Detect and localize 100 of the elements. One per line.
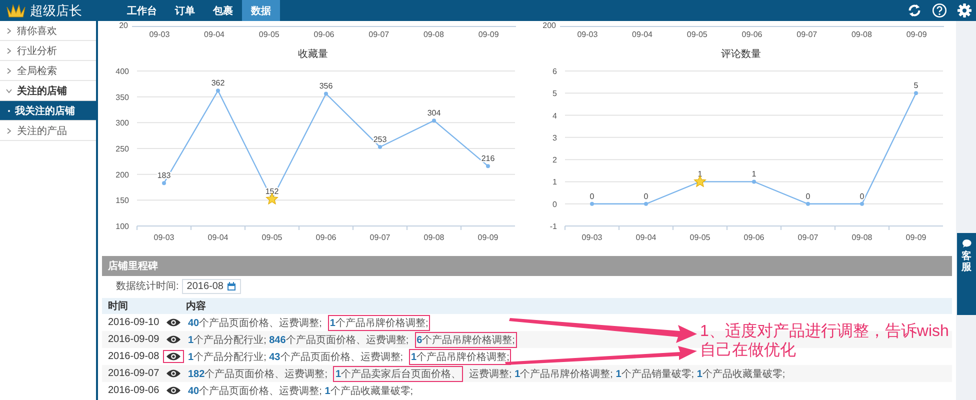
axis-label: 09-08 xyxy=(850,29,873,39)
data-label: 0 xyxy=(644,192,648,201)
calendar-icon[interactable] xyxy=(227,282,236,290)
nav-tab[interactable]: 数据 xyxy=(242,0,280,21)
date-text: 2016-09-06 xyxy=(108,385,160,396)
date-text: 2016-09-09 xyxy=(108,334,160,345)
axis-label: 09-04 xyxy=(203,29,226,39)
sidebar-label: 猜你喜欢 xyxy=(17,24,57,38)
sidebar-item[interactable]: 关注的产品 xyxy=(0,121,96,141)
axis-label: 4 xyxy=(552,111,557,120)
sidebar-item[interactable]: 全局检索 xyxy=(0,61,96,81)
axis-label: 09-08 xyxy=(852,233,872,242)
crown-icon xyxy=(6,3,26,18)
date-field[interactable]: 2016-08 xyxy=(182,278,242,294)
annotation-text: 1、适度对产品进行调整，告诉wish自己在做优化 xyxy=(700,322,950,360)
sidebar-label: 全局检索 xyxy=(17,64,57,78)
axis-label: 5 xyxy=(552,89,557,98)
data-label: 5 xyxy=(914,81,918,90)
data-label: 253 xyxy=(373,134,387,144)
date-text: 2016-09-08 xyxy=(108,351,160,362)
axis-label: 09-06 xyxy=(744,233,764,242)
eye-icon[interactable] xyxy=(163,350,184,363)
axis-label: 09-03 xyxy=(148,29,171,39)
axis-label: 09-07 xyxy=(368,29,390,39)
axis-label: -1 xyxy=(550,222,557,231)
sidebar-label: 关注的店铺 xyxy=(17,84,67,98)
axis-label: 09-03 xyxy=(582,233,602,242)
axis-label: 350 xyxy=(116,92,129,102)
axis-label: 09-05 xyxy=(258,29,280,39)
sidebar-item[interactable]: 行业分析 xyxy=(0,41,96,61)
chat-icon xyxy=(962,239,972,248)
axis-label: 200 xyxy=(542,21,557,31)
data-label: 356 xyxy=(319,82,333,91)
axis-label: 150 xyxy=(116,196,129,206)
sidebar-item[interactable]: 我关注的店铺 xyxy=(0,101,96,121)
axis-label: 09-07 xyxy=(796,29,818,39)
data-label: 1 xyxy=(752,170,756,179)
axis-label: 09-07 xyxy=(798,233,818,242)
axis-label: 09-04 xyxy=(208,233,228,242)
axis-label: 09-06 xyxy=(312,29,336,39)
content-text: 40个产品页面价格、运费调整; 1个产品收藏量破零; xyxy=(187,384,414,398)
refresh-icon[interactable] xyxy=(907,3,922,18)
axis-label: 400 xyxy=(116,67,129,76)
data-label: 216 xyxy=(481,154,495,164)
axis-label: 100 xyxy=(116,222,129,231)
axis-label: 09-09 xyxy=(478,233,498,242)
help-icon[interactable] xyxy=(932,3,947,18)
sidebar-label: 行业分析 xyxy=(17,44,57,58)
highlighted-text: 1个产品吊牌价格调整; xyxy=(409,348,512,364)
customer-service-tab[interactable]: 客服 xyxy=(957,233,976,315)
nav-tab[interactable]: 工作台 xyxy=(118,0,166,21)
data-label: 0 xyxy=(860,192,864,201)
content-text: 40个产品页面价格、运费调整; xyxy=(187,316,323,330)
axis-label: 09-06 xyxy=(740,29,764,39)
axis-label: 20 xyxy=(118,21,129,31)
chart-title: 评论数量 xyxy=(721,48,761,62)
content-text: 运费调整; 1个产品吊牌价格调整; 1个产品销量破零; 1个产品收藏量破零; xyxy=(468,368,786,382)
axis-label: 3 xyxy=(552,133,557,142)
axis-label: 2 xyxy=(552,156,557,165)
axis-label: 09-09 xyxy=(905,29,928,39)
axis-label: 6 xyxy=(552,67,557,76)
content-text: 1个产品分配行业; 43个产品页面价格、运费调整; xyxy=(187,350,404,364)
sidebar-item[interactable]: 猜你喜欢 xyxy=(0,21,96,41)
axis-label: 09-05 xyxy=(262,233,282,242)
date-text: 2016-09-07 xyxy=(108,368,160,379)
axis-label: 200 xyxy=(116,170,129,180)
date-text: 2016-09-10 xyxy=(108,317,160,328)
nav-tab[interactable]: 包裹 xyxy=(204,0,242,21)
axis-label: 0 xyxy=(552,200,557,209)
highlighted-text: 1个产品吊牌价格调整; xyxy=(328,314,430,330)
content-text: 1个产品分配行业; 846个产品页面价格、运费调整; xyxy=(187,334,410,348)
data-label: 0 xyxy=(806,192,810,201)
sidebar-label: 我关注的店铺 xyxy=(15,104,75,118)
axis-label: 1 xyxy=(552,178,557,187)
axis-label: 09-03 xyxy=(576,29,599,39)
highlighted-text: 6个产品吊牌价格调整; xyxy=(414,332,517,348)
axis-label: 09-09 xyxy=(906,233,926,242)
app-logo-text: 超级店长 xyxy=(30,2,82,20)
nav-tab[interactable]: 订单 xyxy=(166,0,204,21)
axis-label: 250 xyxy=(116,144,129,154)
axis-label: 09-08 xyxy=(424,233,444,242)
axis-label: 09-06 xyxy=(316,233,336,242)
highlighted-text: 1个产品卖家后台页面价格、 xyxy=(333,366,464,382)
settings-icon[interactable] xyxy=(957,3,972,18)
axis-label: 09-04 xyxy=(636,233,656,242)
axis-label: 09-05 xyxy=(686,29,708,39)
axis-label: 09-05 xyxy=(690,233,710,242)
axis-label: 09-07 xyxy=(370,233,390,242)
data-label: 362 xyxy=(211,78,225,88)
filter-label: 数据统计时间: xyxy=(116,280,179,293)
axis-label: 09-09 xyxy=(477,29,500,39)
section-title: 店铺里程碑 xyxy=(108,259,158,273)
column-header: 内容 xyxy=(186,299,207,313)
sidebar-label: 关注的产品 xyxy=(17,124,67,138)
data-label: 304 xyxy=(427,108,441,118)
axis-label: 300 xyxy=(116,118,129,128)
axis-label: 09-03 xyxy=(154,233,174,242)
axis-label: 09-04 xyxy=(631,29,654,39)
chart-title: 收藏量 xyxy=(298,48,328,62)
axis-label: 09-08 xyxy=(422,29,445,39)
